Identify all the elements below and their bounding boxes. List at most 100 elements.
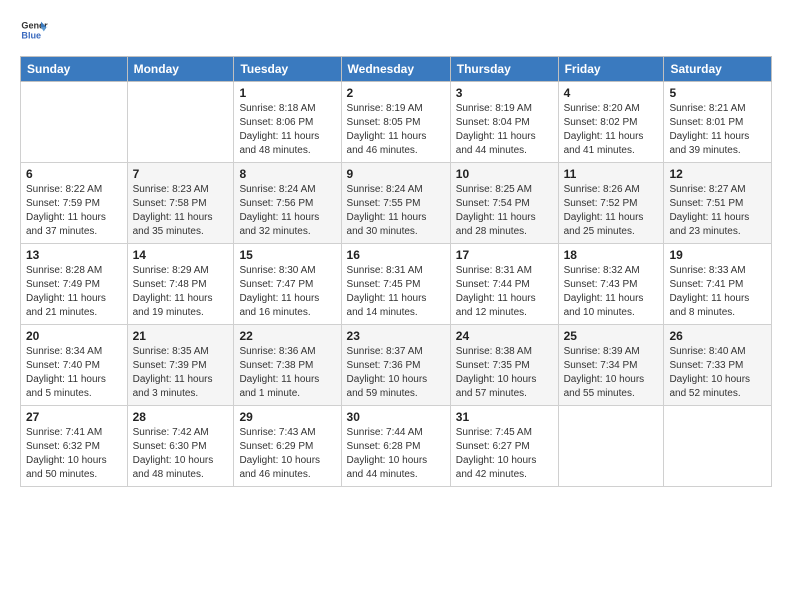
calendar-week-row: 13 Sunrise: 8:28 AM Sunset: 7:49 PM Dayli… [21, 244, 772, 325]
calendar-cell: 28 Sunrise: 7:42 AM Sunset: 6:30 PM Dayli… [127, 406, 234, 487]
day-info: Sunrise: 8:31 AM Sunset: 7:45 PM Dayligh… [347, 264, 445, 320]
day-info: Sunrise: 8:19 AM Sunset: 8:04 PM Dayligh… [456, 102, 553, 158]
calendar-cell [21, 82, 128, 163]
calendar-cell: 1 Sunrise: 8:18 AM Sunset: 8:06 PM Daylig… [234, 82, 341, 163]
day-number: 12 [669, 167, 766, 181]
calendar-cell: 14 Sunrise: 8:29 AM Sunset: 7:48 PM Dayli… [127, 244, 234, 325]
weekday-header-sunday: Sunday [21, 57, 128, 82]
day-number: 19 [669, 248, 766, 262]
day-info: Sunrise: 8:26 AM Sunset: 7:52 PM Dayligh… [564, 183, 659, 239]
calendar-cell: 6 Sunrise: 8:22 AM Sunset: 7:59 PM Daylig… [21, 163, 128, 244]
weekday-header-thursday: Thursday [450, 57, 558, 82]
day-info: Sunrise: 8:33 AM Sunset: 7:41 PM Dayligh… [669, 264, 766, 320]
day-number: 22 [239, 329, 335, 343]
day-number: 13 [26, 248, 122, 262]
day-number: 2 [347, 86, 445, 100]
calendar-cell [558, 406, 664, 487]
calendar-week-row: 1 Sunrise: 8:18 AM Sunset: 8:06 PM Daylig… [21, 82, 772, 163]
day-number: 17 [456, 248, 553, 262]
day-number: 21 [133, 329, 229, 343]
calendar-week-row: 6 Sunrise: 8:22 AM Sunset: 7:59 PM Daylig… [21, 163, 772, 244]
day-info: Sunrise: 7:44 AM Sunset: 6:28 PM Dayligh… [347, 426, 445, 482]
day-number: 3 [456, 86, 553, 100]
calendar-cell: 22Sunrise: 8:36 AM Sunset: 7:38 PM Dayli… [234, 325, 341, 406]
day-number: 7 [133, 167, 229, 181]
day-number: 23 [347, 329, 445, 343]
calendar-cell: 19 Sunrise: 8:33 AM Sunset: 7:41 PM Dayli… [664, 244, 772, 325]
day-number: 20 [26, 329, 122, 343]
calendar-cell: 24 Sunrise: 8:38 AM Sunset: 7:35 PM Dayli… [450, 325, 558, 406]
calendar-cell: 7 Sunrise: 8:23 AM Sunset: 7:58 PM Daylig… [127, 163, 234, 244]
calendar-cell: 10 Sunrise: 8:25 AM Sunset: 7:54 PM Dayli… [450, 163, 558, 244]
calendar-cell [664, 406, 772, 487]
day-number: 26 [669, 329, 766, 343]
page: General Blue SundayMondayTuesdayWednesda… [0, 0, 792, 612]
day-info: Sunrise: 8:40 AM Sunset: 7:33 PM Dayligh… [669, 345, 766, 401]
day-info: Sunrise: 8:20 AM Sunset: 8:02 PM Dayligh… [564, 102, 659, 158]
calendar-cell [127, 82, 234, 163]
day-info: Sunrise: 8:23 AM Sunset: 7:58 PM Dayligh… [133, 183, 229, 239]
day-info: Sunrise: 8:21 AM Sunset: 8:01 PM Dayligh… [669, 102, 766, 158]
day-number: 31 [456, 410, 553, 424]
day-number: 15 [239, 248, 335, 262]
day-info: Sunrise: 7:41 AM Sunset: 6:32 PM Dayligh… [26, 426, 122, 482]
day-number: 29 [239, 410, 335, 424]
calendar-header-row: SundayMondayTuesdayWednesdayThursdayFrid… [21, 57, 772, 82]
calendar-cell: 4 Sunrise: 8:20 AM Sunset: 8:02 PM Daylig… [558, 82, 664, 163]
calendar-cell: 29Sunrise: 7:43 AM Sunset: 6:29 PM Dayli… [234, 406, 341, 487]
day-number: 18 [564, 248, 659, 262]
weekday-header-friday: Friday [558, 57, 664, 82]
calendar-cell: 9Sunrise: 8:24 AM Sunset: 7:55 PM Daylig… [341, 163, 450, 244]
calendar-cell: 11Sunrise: 8:26 AM Sunset: 7:52 PM Dayli… [558, 163, 664, 244]
day-info: Sunrise: 8:30 AM Sunset: 7:47 PM Dayligh… [239, 264, 335, 320]
day-info: Sunrise: 8:22 AM Sunset: 7:59 PM Dayligh… [26, 183, 122, 239]
day-info: Sunrise: 7:45 AM Sunset: 6:27 PM Dayligh… [456, 426, 553, 482]
day-number: 4 [564, 86, 659, 100]
calendar-cell: 17Sunrise: 8:31 AM Sunset: 7:44 PM Dayli… [450, 244, 558, 325]
calendar-cell: 13 Sunrise: 8:28 AM Sunset: 7:49 PM Dayli… [21, 244, 128, 325]
day-info: Sunrise: 8:37 AM Sunset: 7:36 PM Dayligh… [347, 345, 445, 401]
calendar-cell: 27 Sunrise: 7:41 AM Sunset: 6:32 PM Dayli… [21, 406, 128, 487]
day-number: 30 [347, 410, 445, 424]
day-number: 24 [456, 329, 553, 343]
calendar-cell: 15 Sunrise: 8:30 AM Sunset: 7:47 PM Dayli… [234, 244, 341, 325]
day-info: Sunrise: 8:24 AM Sunset: 7:55 PM Dayligh… [347, 183, 445, 239]
logo: General Blue [20, 16, 54, 44]
day-number: 10 [456, 167, 553, 181]
day-number: 14 [133, 248, 229, 262]
day-info: Sunrise: 8:38 AM Sunset: 7:35 PM Dayligh… [456, 345, 553, 401]
day-info: Sunrise: 8:18 AM Sunset: 8:06 PM Dayligh… [239, 102, 335, 158]
day-number: 1 [239, 86, 335, 100]
day-info: Sunrise: 8:29 AM Sunset: 7:48 PM Dayligh… [133, 264, 229, 320]
day-info: Sunrise: 8:32 AM Sunset: 7:43 PM Dayligh… [564, 264, 659, 320]
day-number: 6 [26, 167, 122, 181]
calendar-week-row: 27 Sunrise: 7:41 AM Sunset: 6:32 PM Dayli… [21, 406, 772, 487]
day-info: Sunrise: 7:42 AM Sunset: 6:30 PM Dayligh… [133, 426, 229, 482]
day-number: 8 [239, 167, 335, 181]
day-number: 25 [564, 329, 659, 343]
calendar-cell: 26 Sunrise: 8:40 AM Sunset: 7:33 PM Dayli… [664, 325, 772, 406]
day-info: Sunrise: 8:19 AM Sunset: 8:05 PM Dayligh… [347, 102, 445, 158]
calendar-cell: 12 Sunrise: 8:27 AM Sunset: 7:51 PM Dayli… [664, 163, 772, 244]
calendar-cell: 21 Sunrise: 8:35 AM Sunset: 7:39 PM Dayli… [127, 325, 234, 406]
day-info: Sunrise: 8:27 AM Sunset: 7:51 PM Dayligh… [669, 183, 766, 239]
calendar-week-row: 20Sunrise: 8:34 AM Sunset: 7:40 PM Dayli… [21, 325, 772, 406]
calendar-cell: 31 Sunrise: 7:45 AM Sunset: 6:27 PM Dayli… [450, 406, 558, 487]
calendar-table: SundayMondayTuesdayWednesdayThursdayFrid… [20, 56, 772, 487]
day-number: 27 [26, 410, 122, 424]
day-info: Sunrise: 8:24 AM Sunset: 7:56 PM Dayligh… [239, 183, 335, 239]
day-number: 28 [133, 410, 229, 424]
calendar-cell: 20Sunrise: 8:34 AM Sunset: 7:40 PM Dayli… [21, 325, 128, 406]
weekday-header-saturday: Saturday [664, 57, 772, 82]
calendar-cell: 16Sunrise: 8:31 AM Sunset: 7:45 PM Dayli… [341, 244, 450, 325]
svg-text:Blue: Blue [21, 30, 41, 40]
calendar-cell: 18 Sunrise: 8:32 AM Sunset: 7:43 PM Dayli… [558, 244, 664, 325]
day-info: Sunrise: 8:35 AM Sunset: 7:39 PM Dayligh… [133, 345, 229, 401]
weekday-header-tuesday: Tuesday [234, 57, 341, 82]
calendar-cell: 30 Sunrise: 7:44 AM Sunset: 6:28 PM Dayli… [341, 406, 450, 487]
day-info: Sunrise: 8:25 AM Sunset: 7:54 PM Dayligh… [456, 183, 553, 239]
calendar-cell: 3 Sunrise: 8:19 AM Sunset: 8:04 PM Daylig… [450, 82, 558, 163]
weekday-header-monday: Monday [127, 57, 234, 82]
calendar-cell: 5Sunrise: 8:21 AM Sunset: 8:01 PM Daylig… [664, 82, 772, 163]
day-info: Sunrise: 8:28 AM Sunset: 7:49 PM Dayligh… [26, 264, 122, 320]
